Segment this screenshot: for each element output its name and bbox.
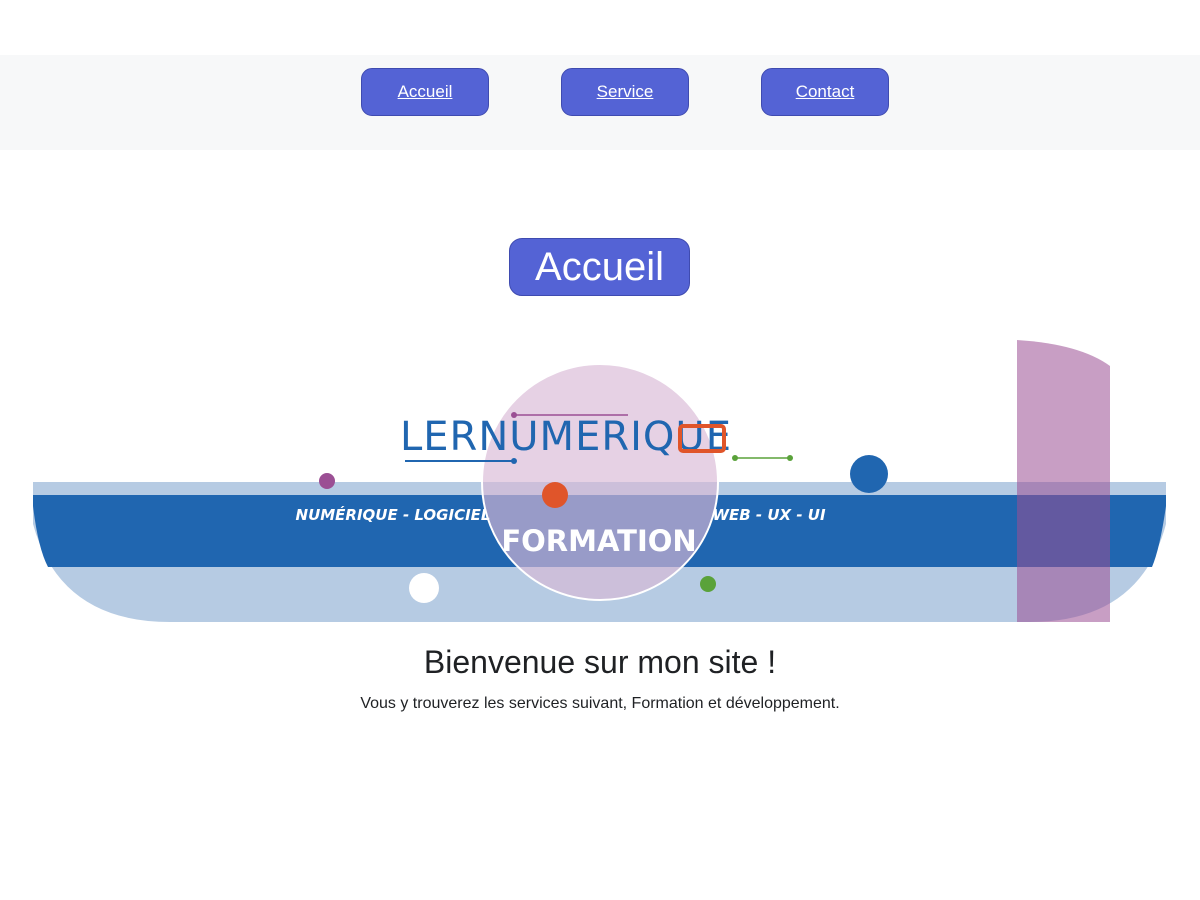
- nav-contact-link[interactable]: Contact: [761, 68, 889, 116]
- banner-image: LERNUMERIQUE NUMÉRIQUE - LOGICIEL WEB - …: [33, 340, 1166, 622]
- orange-dot: [542, 482, 568, 508]
- page: Accueil Service Contact Accueil LERNUMER…: [0, 0, 1200, 900]
- green-dot: [700, 576, 716, 592]
- tagline-left: NUMÉRIQUE - LOGICIEL: [296, 505, 491, 524]
- purple-column: [1017, 340, 1110, 622]
- tagline-right: WEB - UX - UI: [712, 506, 825, 524]
- nav-accueil-link[interactable]: Accueil: [361, 68, 489, 116]
- welcome-title: Bienvenue sur mon site !: [423, 644, 777, 680]
- blue-dot: [850, 455, 888, 493]
- nav-service-link[interactable]: Service: [561, 68, 689, 116]
- page-title: Accueil: [509, 238, 690, 296]
- navbar: Accueil Service Contact: [0, 55, 1200, 150]
- center-circle: [481, 363, 719, 601]
- logo-text: LERNUMERIQUE: [400, 414, 732, 460]
- banner-main-text: FORMATION: [501, 524, 696, 558]
- logo: LERNUMERIQUE: [400, 412, 793, 464]
- white-dot: [409, 573, 439, 603]
- welcome-text: Vous y trouverez les services suivant, F…: [360, 695, 840, 712]
- purple-dot: [319, 473, 335, 489]
